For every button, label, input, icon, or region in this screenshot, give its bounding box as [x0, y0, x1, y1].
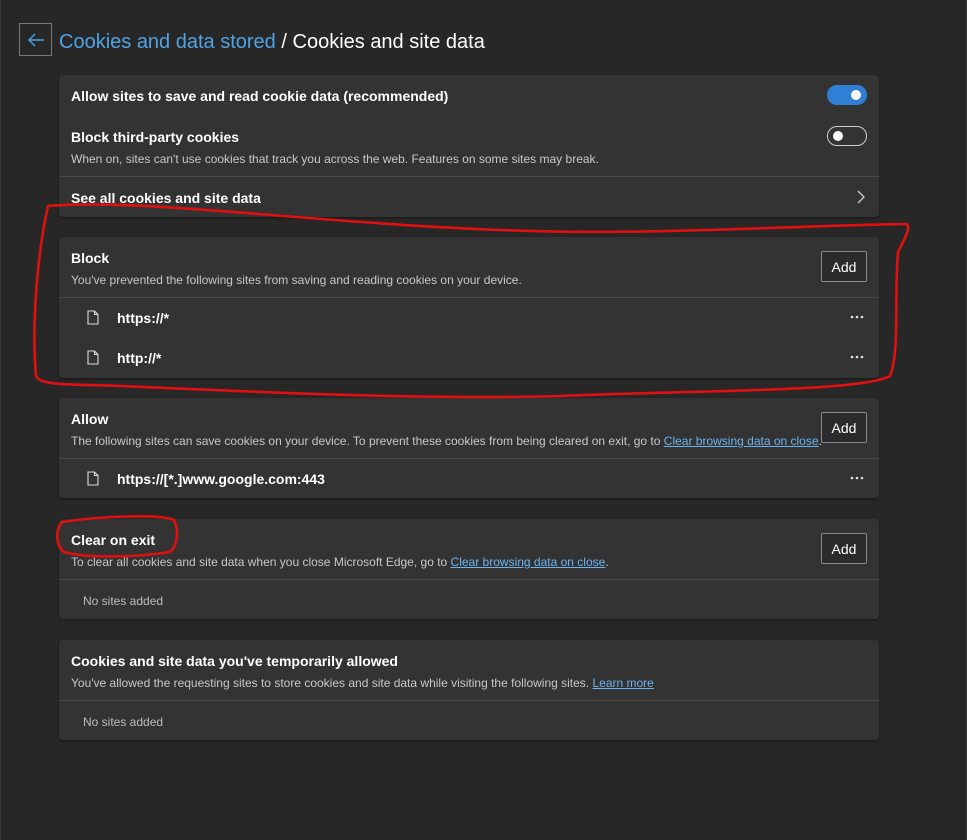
allow-add-button[interactable]: Add — [821, 412, 867, 443]
block-site-url: https://* — [117, 310, 170, 326]
allow-site-row: https://[*.]www.google.com:443 — [59, 459, 879, 499]
block-third-party-label: Block third-party cookies — [71, 129, 240, 145]
file-icon — [87, 310, 99, 330]
file-icon — [87, 471, 99, 491]
breadcrumb-separator: / — [281, 31, 287, 53]
file-icon — [87, 350, 99, 370]
temporarily-allowed-description: You've allowed the requesting sites to s… — [71, 676, 654, 690]
more-options-icon[interactable] — [847, 468, 867, 488]
block-third-party-toggle[interactable] — [827, 126, 867, 146]
block-site-url: http://* — [117, 350, 162, 366]
more-options-icon[interactable] — [847, 307, 867, 327]
window-left-edge — [0, 0, 1, 840]
allow-save-read-label: Allow sites to save and read cookie data… — [71, 88, 449, 104]
back-button[interactable] — [19, 23, 52, 56]
block-site-row: http://* — [59, 338, 879, 378]
allow-description-text: The following sites can save cookies on … — [71, 434, 664, 448]
temporarily-allowed-empty-state: No sites added — [83, 715, 164, 729]
clear-browsing-data-link[interactable]: Clear browsing data on close — [451, 555, 606, 569]
clear-on-exit-add-button[interactable]: Add — [821, 533, 867, 564]
allow-site-url: https://[*.]www.google.com:443 — [117, 471, 325, 487]
clear-on-exit-description: To clear all cookies and site data when … — [71, 555, 609, 569]
page-title: Cookies and site data — [292, 31, 485, 53]
block-add-button[interactable]: Add — [821, 251, 867, 282]
block-title: Block — [71, 250, 110, 266]
general-cookie-settings-card: Allow sites to save and read cookie data… — [59, 75, 879, 217]
breadcrumb-parent-link[interactable]: Cookies and data stored — [59, 31, 276, 53]
clear-on-exit-description-text: To clear all cookies and site data when … — [71, 555, 451, 569]
breadcrumb: Cookies and data stored / Cookies and si… — [59, 29, 485, 55]
temporarily-allowed-title: Cookies and site data you've temporarily… — [71, 653, 398, 669]
temporarily-allowed-card: Cookies and site data you've temporarily… — [59, 640, 879, 740]
block-card: Block You've prevented the following sit… — [59, 237, 879, 378]
more-options-icon[interactable] — [847, 347, 867, 367]
settings-page: Cookies and data stored / Cookies and si… — [0, 0, 967, 840]
chevron-right-icon — [857, 190, 865, 209]
clear-on-exit-empty-state: No sites added — [83, 594, 164, 608]
allow-title: Allow — [71, 411, 109, 427]
divider — [59, 579, 879, 580]
block-site-row: https://* — [59, 298, 879, 338]
see-all-cookies-label: See all cookies and site data — [71, 190, 261, 206]
block-description: You've prevented the following sites fro… — [71, 273, 522, 287]
clear-on-exit-description-suffix: . — [605, 555, 609, 569]
allow-save-read-row: Allow sites to save and read cookie data… — [59, 75, 879, 115]
allow-save-read-toggle[interactable] — [827, 85, 867, 105]
block-third-party-row: Block third-party cookies When on, sites… — [59, 115, 879, 176]
clear-browsing-data-link[interactable]: Clear browsing data on close — [664, 434, 819, 448]
toggle-knob — [833, 131, 843, 141]
toggle-knob — [851, 90, 861, 100]
arrow-left-icon — [27, 33, 44, 46]
temporarily-allowed-description-text: You've allowed the requesting sites to s… — [71, 676, 593, 690]
divider — [59, 700, 879, 701]
see-all-cookies-row[interactable]: See all cookies and site data — [59, 177, 879, 217]
clear-on-exit-title: Clear on exit — [71, 532, 156, 548]
block-third-party-description: When on, sites can't use cookies that tr… — [71, 152, 599, 166]
clear-on-exit-card: Clear on exit To clear all cookies and s… — [59, 519, 879, 619]
allow-description: The following sites can save cookies on … — [71, 434, 822, 448]
allow-card: Allow The following sites can save cooki… — [59, 398, 879, 498]
learn-more-link[interactable]: Learn more — [592, 676, 653, 690]
